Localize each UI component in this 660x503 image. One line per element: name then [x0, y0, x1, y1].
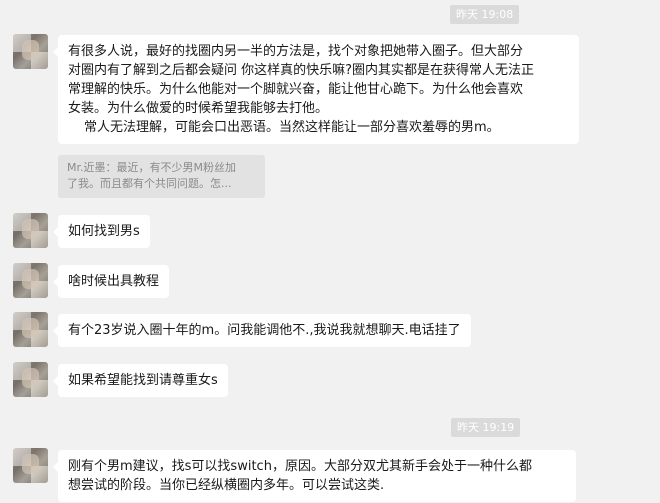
avatar[interactable] [13, 362, 48, 397]
message-bubble[interactable]: 如果希望能找到请尊重女s [53, 364, 228, 397]
quote-line: 了我。而且都有个共同问题。怎... [67, 177, 232, 190]
avatar[interactable] [13, 34, 48, 69]
message-bubble[interactable]: 如何找到男s [53, 215, 150, 248]
message-bubble[interactable]: 刚有个男m建议，找s可以找switch，原因。大部分双尤其新手会处于一种什么都 … [53, 450, 576, 502]
message-text: 啥时候出具教程 [68, 274, 160, 289]
avatar[interactable] [13, 213, 48, 248]
message-bubble[interactable]: 有个23岁说入圈十年的m。问我能调他不.,我说我就想聊天.电话挂了 [53, 314, 471, 347]
quoted-message[interactable]: Mr.近墨：最近，有不少男M粉丝加 了我。而且都有个共同问题。怎... [58, 155, 265, 198]
chat-area: 昨天 19:08 有很多人说，最好的找圈内另一半的方法是，找个对象把她带入圈子。… [0, 0, 660, 503]
message-line: 刚有个男m建议，找s可以找switch，原因。大部分双尤其新手会处于一种什么都 [68, 459, 532, 474]
avatar[interactable] [13, 263, 48, 298]
message-line: 对圈内有了解到之后都会疑问 你这样真的快乐嘛?圈内其实都是在获得常人无法正 [68, 63, 535, 78]
message-line: 想尝试的阶段。当你已经纵横圈内多年。可以尝试这类. [68, 478, 385, 493]
avatar[interactable] [13, 312, 48, 347]
avatar[interactable] [13, 448, 48, 483]
message-line: 女装。为什么做爱的时候希望我能够去打他。 [68, 101, 329, 116]
message-text: 如果希望能找到请尊重女s [68, 373, 218, 388]
quote-line: Mr.近墨：最近，有不少男M粉丝加 [67, 161, 236, 174]
message-text: 如何找到男s [68, 224, 140, 239]
message-text: 有个23岁说入圈十年的m。问我能调他不.,我说我就想聊天.电话挂了 [68, 323, 461, 338]
message-line: 有很多人说，最好的找圈内另一半的方法是，找个对象把她带入圈子。但大部分 [68, 44, 524, 59]
message-line: 常理解的快乐。为什么他能对一个脚就兴奋，能让他甘心跪下。为什么他会喜欢 [68, 82, 524, 97]
timestamp: 昨天 19:19 [451, 418, 521, 437]
message-bubble[interactable]: 啥时候出具教程 [52, 265, 170, 298]
message-bubble[interactable]: 有很多人说，最好的找圈内另一半的方法是，找个对象把她带入圈子。但大部分 对圈内有… [53, 35, 579, 144]
message-line: 常人无法理解，可能会口出恶语。当然这样能让一部分喜欢羞辱的男m。 [84, 120, 500, 135]
timestamp: 昨天 19:08 [450, 5, 520, 24]
